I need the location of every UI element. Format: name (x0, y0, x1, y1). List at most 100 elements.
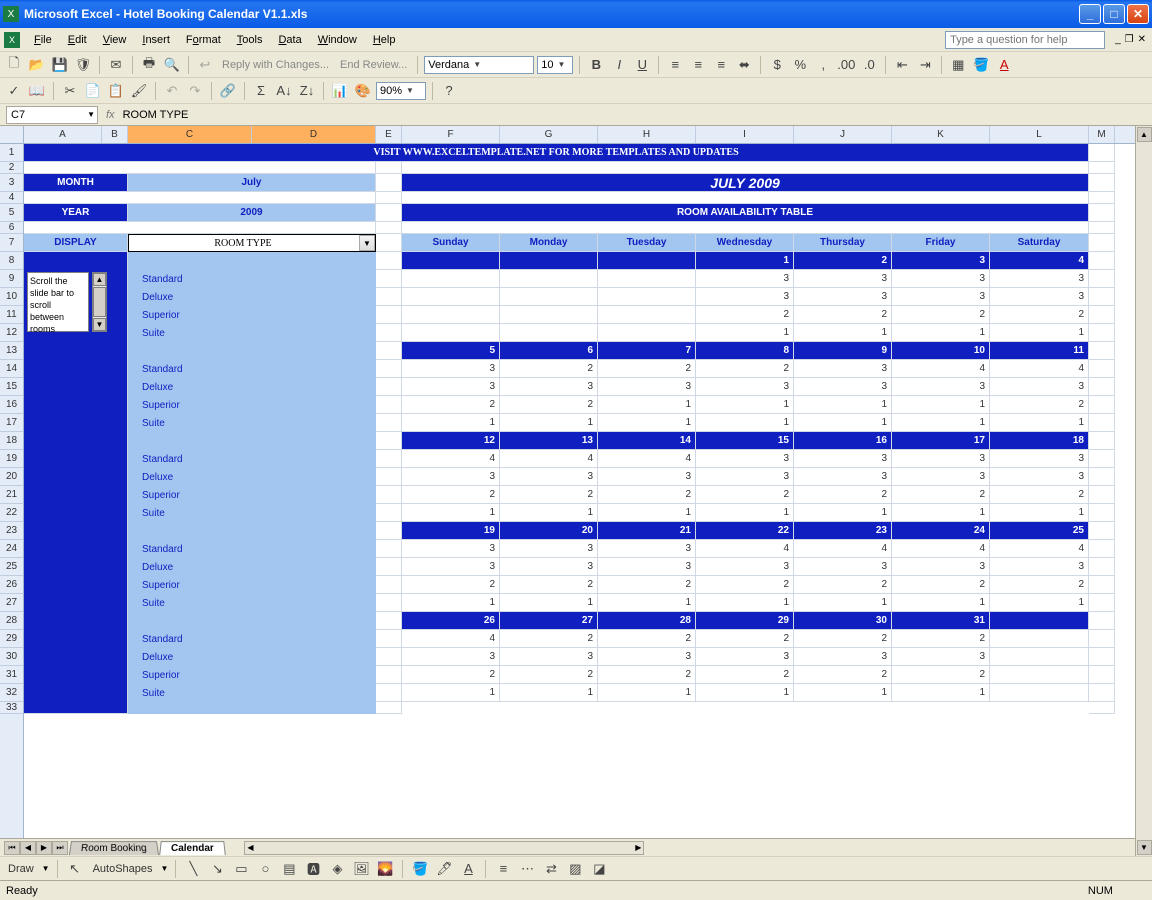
minimize-button[interactable]: _ (1079, 4, 1101, 24)
research-icon[interactable]: 📖 (27, 81, 47, 101)
col-header-G[interactable]: G (500, 126, 598, 143)
row-header-31[interactable]: 31 (0, 666, 23, 684)
font-selector[interactable]: Verdana▼ (424, 56, 534, 74)
inc-indent-icon[interactable]: ⇥ (915, 55, 935, 75)
bold-icon[interactable]: B (586, 55, 606, 75)
preview-icon[interactable]: 🔍 (162, 55, 182, 75)
year-value[interactable]: 2009 (128, 204, 376, 222)
hyperlink-icon[interactable]: 🔗 (218, 81, 238, 101)
mail-icon[interactable]: ✉ (106, 55, 126, 75)
dec-decimal-icon[interactable]: .0 (859, 55, 879, 75)
row-header-4[interactable]: 4 (0, 192, 23, 204)
line-color-icon[interactable]: 🖊 (434, 859, 454, 879)
dropdown-arrow-icon[interactable]: ▼ (359, 235, 375, 251)
fill-color-icon[interactable]: 🪣 (971, 55, 991, 75)
row-header-3[interactable]: 3 (0, 174, 23, 192)
merge-center-icon[interactable]: ⬌ (734, 55, 754, 75)
format-painter-icon[interactable]: 🖌 (129, 81, 149, 101)
undo-icon[interactable]: ↶ (162, 81, 182, 101)
autosum-icon[interactable]: Σ (251, 81, 271, 101)
tab-nav-prev[interactable]: ◀ (20, 841, 36, 855)
line-icon[interactable]: ╲ (183, 859, 203, 879)
row-header-24[interactable]: 24 (0, 540, 23, 558)
sort-desc-icon[interactable]: Z↓ (297, 81, 317, 101)
col-header-K[interactable]: K (892, 126, 990, 143)
autoshapes-menu[interactable]: AutoShapes (89, 863, 157, 875)
menu-file[interactable]: File (26, 31, 60, 49)
paste-icon[interactable]: 📋 (106, 81, 126, 101)
row-header-2[interactable]: 2 (0, 162, 23, 174)
help-input[interactable] (945, 31, 1105, 49)
underline-icon[interactable]: U (632, 55, 652, 75)
row-header-6[interactable]: 6 (0, 222, 23, 234)
percent-icon[interactable]: % (790, 55, 810, 75)
col-header-B[interactable]: B (102, 126, 128, 143)
col-header-E[interactable]: E (376, 126, 402, 143)
drawing-icon[interactable]: 🎨 (353, 81, 373, 101)
tab-nav-last[interactable]: ⏭ (52, 841, 68, 855)
sort-asc-icon[interactable]: A↓ (274, 81, 294, 101)
row-header-8[interactable]: 8 (0, 252, 23, 270)
close-button[interactable]: ✕ (1127, 4, 1149, 24)
row-header-20[interactable]: 20 (0, 468, 23, 486)
fill-color-draw-icon[interactable]: 🪣 (410, 859, 430, 879)
inc-decimal-icon[interactable]: .00 (836, 55, 856, 75)
row-header-27[interactable]: 27 (0, 594, 23, 612)
spelling-icon[interactable]: ✓ (4, 81, 24, 101)
menu-insert[interactable]: Insert (134, 31, 178, 49)
select-arrow-icon[interactable]: ↖ (65, 859, 85, 879)
copy-icon[interactable]: 📄 (83, 81, 103, 101)
picture-icon[interactable]: 🌄 (375, 859, 395, 879)
tab-nav-next[interactable]: ▶ (36, 841, 52, 855)
scroll-down-btn-icon[interactable]: ▼ (93, 318, 106, 331)
diagram-icon[interactable]: ◈ (327, 859, 347, 879)
save-icon[interactable]: 💾 (50, 55, 70, 75)
col-header-M[interactable]: M (1089, 126, 1115, 143)
cells-area[interactable]: VISIT WWW.EXCELTEMPLATE.NET FOR MORE TEM… (24, 144, 1135, 838)
scroll-down-icon[interactable]: ▼ (1137, 840, 1152, 855)
select-all-corner[interactable] (0, 126, 24, 143)
zoom-selector[interactable]: 90%▼ (376, 82, 426, 100)
row-header-21[interactable]: 21 (0, 486, 23, 504)
row-header-10[interactable]: 10 (0, 288, 23, 306)
3d-icon[interactable]: ◪ (589, 859, 609, 879)
clipart-icon[interactable]: 🖼 (351, 859, 371, 879)
align-right-icon[interactable]: ≡ (711, 55, 731, 75)
vertical-scrollbar[interactable]: ▲ ▼ (1135, 126, 1152, 856)
row-header-9[interactable]: 9 (0, 270, 23, 288)
row-header-33[interactable]: 33 (0, 702, 23, 714)
comma-icon[interactable]: , (813, 55, 833, 75)
wordart-icon[interactable]: 🅰 (303, 859, 323, 879)
row-header-15[interactable]: 15 (0, 378, 23, 396)
arrow-icon[interactable]: ↘ (207, 859, 227, 879)
room-scrollbar[interactable]: ▲ ▼ (92, 272, 107, 332)
borders-icon[interactable]: ▦ (948, 55, 968, 75)
col-header-J[interactable]: J (794, 126, 892, 143)
rectangle-icon[interactable]: ▭ (231, 859, 251, 879)
help-icon[interactable]: ? (439, 81, 459, 101)
redo-icon[interactable]: ↷ (185, 81, 205, 101)
textbox-icon[interactable]: ▤ (279, 859, 299, 879)
row-header-25[interactable]: 25 (0, 558, 23, 576)
col-header-F[interactable]: F (402, 126, 500, 143)
row-header-28[interactable]: 28 (0, 612, 23, 630)
col-header-A[interactable]: A (24, 126, 102, 143)
col-header-C[interactable]: C (128, 126, 252, 143)
menu-tools[interactable]: Tools (229, 31, 271, 49)
row-header-1[interactable]: 1 (0, 144, 23, 162)
row-header-5[interactable]: 5 (0, 204, 23, 222)
menu-view[interactable]: View (95, 31, 135, 49)
fx-icon[interactable]: fx (98, 109, 123, 121)
menu-window[interactable]: Window (310, 31, 365, 49)
align-center-icon[interactable]: ≡ (688, 55, 708, 75)
row-header-12[interactable]: 12 (0, 324, 23, 342)
font-size-selector[interactable]: 10▼ (537, 56, 573, 74)
row-header-11[interactable]: 11 (0, 306, 23, 324)
name-box[interactable]: C7▼ (6, 106, 98, 124)
menu-help[interactable]: Help (365, 31, 404, 49)
row-header-29[interactable]: 29 (0, 630, 23, 648)
row-header-32[interactable]: 32 (0, 684, 23, 702)
sheet-tab-room-booking[interactable]: Room Booking (69, 841, 159, 855)
col-header-L[interactable]: L (990, 126, 1089, 143)
cut-icon[interactable]: ✂ (60, 81, 80, 101)
